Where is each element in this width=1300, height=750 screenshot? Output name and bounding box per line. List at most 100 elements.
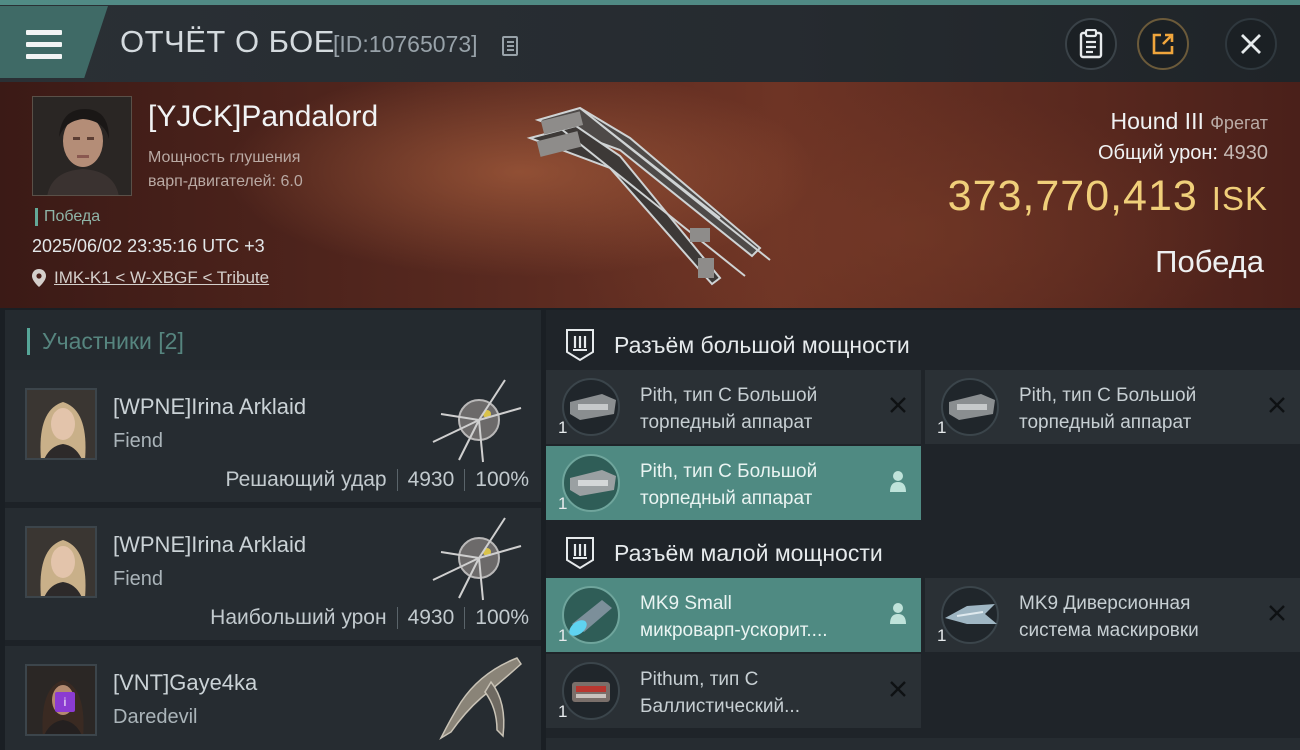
participants-header[interactable]: Участники [2]	[5, 310, 541, 370]
participant-name: [VNT]Gaye4ka	[113, 670, 258, 695]
module-item[interactable]: 1 Pith, тип C Большой торпедный аппарат	[925, 370, 1300, 444]
participant-ship: Daredevil	[113, 706, 198, 728]
isk-unit: ISK	[1211, 180, 1268, 217]
module-name-line: система маскировки	[1019, 620, 1199, 641]
participants-panel: Участники [2] [WPNE]Irina Arklaid Fiend …	[5, 310, 541, 750]
participant-name: [WPNE]Irina Arklaid	[113, 394, 307, 419]
participant-stats: Наибольший урон 4930 100%	[210, 606, 529, 630]
battle-datetime: 2025/06/02 23:35:16 UTC +3	[32, 236, 265, 256]
report-id: [ID:10765073]	[333, 31, 478, 57]
module-item[interactable]: 1 Pith, тип C Большой торпедный аппарат	[546, 370, 921, 444]
victory-tag: Победа	[35, 208, 100, 226]
isk-value: 373,770,413 ISK	[948, 172, 1268, 221]
dropped-user-icon	[890, 603, 906, 624]
destroyed-x-icon	[890, 681, 906, 697]
participant-stats: Решающий удар 4930 100%	[226, 468, 529, 492]
clipboard-icon	[1079, 29, 1103, 59]
participant-row[interactable]: [WPNE]Irina Arklaid Fiend Наибольший уро…	[5, 508, 541, 640]
module-item[interactable]: 1 Pithum, тип C Баллистический...	[546, 654, 921, 728]
stat-line: варп-двигателей: 6.0	[148, 173, 303, 190]
page-title: ОТЧЁТ О БОЕ	[120, 24, 335, 59]
module-item[interactable]: 1 Pith, тип C Большой торпедный аппарат	[546, 446, 921, 520]
high-slot-icon	[566, 329, 594, 362]
microwarpdrive-icon	[562, 586, 620, 644]
module-name: MK9 Small микроварп-ускорит....	[640, 590, 870, 644]
module-count: 1	[937, 418, 947, 437]
destroyed-x-icon	[1269, 605, 1285, 621]
module-count: 1	[558, 418, 568, 437]
torpedo-launcher-icon	[562, 378, 620, 436]
destroyed-x-icon	[1269, 397, 1285, 413]
close-button[interactable]	[1225, 18, 1277, 70]
module-name-line: торпедный аппарат	[640, 488, 813, 509]
low-slot-icon	[566, 537, 594, 570]
participant-ship: Fiend	[113, 430, 164, 452]
divider	[396, 607, 398, 630]
module-name: Pith, тип C Большой торпедный аппарат	[640, 458, 870, 512]
participant-role: Наибольший урон	[210, 606, 387, 629]
module-item[interactable]: 1 MK9 Small микроварп-ускорит....	[546, 578, 921, 652]
hamburger-menu-icon	[26, 30, 62, 60]
pilot-name[interactable]: [YJCK]Pandalord	[148, 100, 378, 134]
menu-button[interactable]	[0, 6, 108, 78]
fitting-panel: Разъём большой мощности 1 Pith, тип C Бо…	[546, 310, 1300, 750]
info-badge: i	[55, 692, 75, 712]
isk-amount: 373,770,413	[947, 172, 1198, 220]
module-name-line: Баллистический...	[640, 696, 800, 717]
participant-damage: 4930	[407, 468, 455, 491]
share-button[interactable]	[1137, 18, 1189, 70]
module-count: 1	[558, 626, 568, 645]
torpedo-launcher-icon	[941, 378, 999, 436]
avatar[interactable]	[25, 526, 97, 598]
participant-row[interactable]: i [VNT]Gaye4ka Daredevil	[5, 646, 541, 750]
warp-disruption-stat: Мощность глушения варп-двигателей: 6.0	[148, 146, 408, 194]
location-link[interactable]: IMK-K1 < W-XBGF < Tribute	[32, 268, 269, 288]
total-damage-value: 4930	[1223, 142, 1269, 164]
module-name: MK9 Диверсионная система маскировки	[1019, 590, 1249, 644]
module-item[interactable]: 1 MK9 Диверсионная система маскировки	[925, 578, 1300, 652]
header-accent-line	[0, 0, 1300, 5]
participant-ship: Fiend	[113, 568, 164, 590]
participant-portrait-icon	[27, 528, 95, 596]
module-count: 1	[558, 494, 568, 513]
fiend-ship-icon	[432, 517, 522, 601]
location-text: IMK-K1 < W-XBGF < Tribute	[54, 268, 270, 287]
ship-name-text: Hound III	[1110, 108, 1204, 134]
participant-percent: 100%	[475, 468, 529, 491]
divider	[464, 469, 466, 492]
destroyed-x-icon	[890, 397, 906, 413]
avatar[interactable]	[25, 388, 97, 460]
module-name-line: Pithum, тип C	[640, 669, 759, 690]
participant-portrait-icon	[27, 390, 95, 458]
module-name-line: торпедный аппарат	[640, 412, 813, 433]
participant-damage: 4930	[407, 606, 455, 629]
module-name-line: торпедный аппарат	[1019, 412, 1192, 433]
location-pin-icon	[32, 269, 46, 287]
ship-type: Фрегат	[1210, 113, 1268, 133]
module-name: Pithum, тип C Баллистический...	[640, 666, 870, 720]
pilot-avatar[interactable]	[32, 96, 132, 196]
participant-percent: 100%	[475, 606, 529, 629]
battle-result: Победа	[1155, 244, 1264, 279]
module-name: Pith, тип C Большой торпедный аппарат	[1019, 382, 1249, 436]
ship-name: Hound III Фрегат	[1111, 108, 1268, 135]
stat-line: Мощность глушения	[148, 149, 301, 166]
module-name-line: MK9 Small	[640, 593, 732, 614]
low-slot-title: Разъём малой мощности	[614, 540, 883, 566]
daredevil-ship-icon	[439, 657, 522, 740]
total-damage-label: Общий урон:	[1097, 142, 1218, 164]
participant-row[interactable]: [WPNE]Irina Arklaid Fiend Решающий удар 4…	[5, 370, 541, 502]
fiend-ship-icon	[432, 379, 522, 463]
ship-render-icon	[526, 106, 771, 286]
pilot-portrait-icon	[33, 97, 131, 195]
total-damage: Общий урон: 4930	[1098, 142, 1268, 165]
dropped-user-icon	[890, 471, 906, 492]
high-slot-header: Разъём большой мощности	[546, 314, 1300, 374]
share-icon	[1152, 33, 1174, 55]
torpedo-launcher-icon	[562, 454, 620, 512]
ballistic-control-icon	[562, 662, 620, 720]
participant-role: Решающий удар	[225, 468, 387, 491]
copy-id-icon[interactable]	[502, 36, 518, 56]
module-name-line: Pith, тип C Большой	[640, 385, 818, 406]
clipboard-button[interactable]	[1065, 18, 1117, 70]
